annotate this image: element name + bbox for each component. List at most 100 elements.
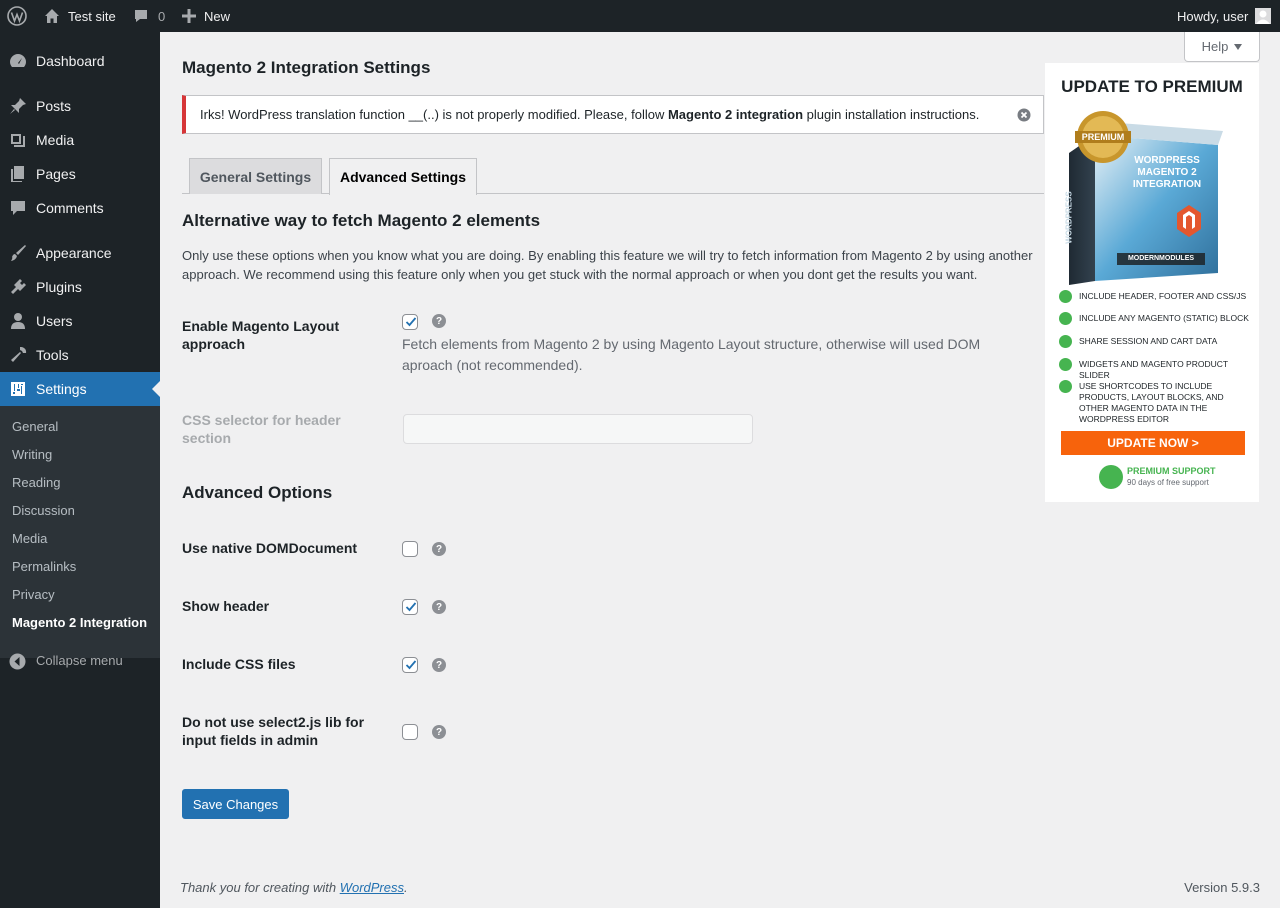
layout-approach-description: Fetch elements from Magento 2 by using M… — [402, 336, 981, 373]
premium-support-title: PREMIUM SUPPORT — [1127, 466, 1216, 476]
checkmark-icon — [405, 602, 417, 612]
site-name-link[interactable]: Test site — [44, 0, 116, 32]
sidebar-item-users[interactable]: Users — [0, 304, 160, 338]
native-domdocument-checkbox[interactable] — [402, 541, 418, 557]
sidebar-item-pages[interactable]: Pages — [0, 157, 160, 191]
pages-icon — [11, 166, 24, 182]
help-tooltip-icon[interactable]: ? — [432, 600, 446, 614]
update-now-button[interactable]: UPDATE NOW > — [1061, 431, 1245, 455]
checkmark-icon — [405, 317, 417, 327]
check-icon — [1059, 358, 1072, 371]
comments-link[interactable]: 0 — [133, 0, 165, 32]
sidebar-item-comments[interactable]: Comments — [0, 191, 160, 225]
submenu-item-reading[interactable]: Reading — [12, 475, 60, 490]
ad-feature-text: Include header, footer and CSS/JS — [1079, 291, 1247, 301]
help-tooltip-icon[interactable]: ? — [432, 725, 446, 739]
error-notice: Irks! WordPress translation function __(… — [182, 95, 1044, 134]
submenu-item-magento-2-integration[interactable]: Magento 2 Integration — [12, 615, 147, 630]
premium-support-subtitle: 90 days of free support — [1127, 478, 1209, 487]
select2-checkbox[interactable] — [402, 724, 418, 740]
submenu-item-permalinks[interactable]: Permalinks — [12, 559, 76, 574]
submenu-item-media[interactable]: Media — [12, 531, 47, 546]
footer-version: Version 5.9.3 — [1184, 880, 1260, 895]
tab-advanced-settings[interactable]: Advanced Settings — [329, 158, 477, 195]
product-box-image: PREMIUM WORDPRESS MAGENTO 2 INTEGRATION … — [1055, 105, 1225, 285]
section-title-advanced-options: Advanced Options — [182, 483, 333, 502]
sidebar-item-tools[interactable]: Tools — [0, 338, 160, 372]
help-button[interactable]: Help — [1184, 32, 1260, 62]
premium-ad-banner[interactable]: UPDATE TO PREMIUM PREMIUM WORDPRESS MAGE… — [1045, 63, 1259, 502]
footer-thanks-text: Thank you for creating with — [180, 880, 340, 895]
tab-general-settings[interactable]: General Settings — [189, 158, 322, 194]
check-icon — [1059, 335, 1072, 348]
sidebar-item-posts[interactable]: Posts — [0, 89, 160, 123]
help-tooltip-icon[interactable]: ? — [432, 314, 446, 328]
sidebar-item-media[interactable]: Media — [0, 123, 160, 157]
box-side-text: WORDPRESS — [1064, 191, 1074, 244]
submenu-item-general[interactable]: General — [12, 419, 58, 434]
admin-sidebar: Dashboard Posts Media Pages Comments App… — [0, 32, 160, 908]
help-tooltip-icon[interactable]: ? — [432, 658, 446, 672]
show-header-label: Show header — [182, 598, 270, 614]
main-content: Help Magento 2 Integration Settings Irks… — [160, 32, 1280, 908]
ad-feature-text: Widgets and Magento product slider — [1079, 359, 1228, 380]
page-title: Magento 2 Integration Settings — [182, 58, 431, 77]
css-selector-input[interactable] — [403, 414, 753, 444]
check-icon — [1059, 380, 1072, 393]
ad-feature-text: Use shortcodes to include products, layo… — [1079, 381, 1224, 424]
collapse-menu-button[interactable]: Collapse menu — [0, 650, 160, 672]
sidebar-item-label: Media — [36, 132, 75, 148]
layout-approach-checkbox[interactable] — [402, 314, 418, 330]
wordpress-link[interactable]: WordPress — [340, 880, 404, 895]
avatar — [1255, 8, 1272, 24]
layout-approach-label: Enable Magento Layout approach — [182, 318, 340, 352]
notice-text-pre: Irks! WordPress translation function __(… — [200, 107, 668, 122]
sidebar-item-settings[interactable]: Settings — [0, 372, 160, 406]
sidebar-item-dashboard[interactable]: Dashboard — [0, 44, 160, 78]
wordpress-logo-icon[interactable] — [7, 0, 27, 32]
site-name: Test site — [68, 8, 116, 24]
settings-tabs: General Settings Advanced Settings — [182, 158, 1044, 195]
select2-label: Do not use select2.js lib for input fiel… — [182, 714, 365, 748]
caret-down-icon — [1234, 43, 1243, 50]
notice-text-post: plugin installation instructions. — [803, 107, 980, 122]
submenu-item-privacy[interactable]: Privacy — [12, 587, 55, 602]
new-label: New — [204, 8, 231, 24]
sidebar-item-label: Appearance — [36, 245, 112, 261]
show-header-checkbox[interactable] — [402, 599, 418, 615]
help-label: Help — [1201, 39, 1229, 54]
user-account-link[interactable]: Howdy, user — [1177, 0, 1272, 32]
new-content-link[interactable]: New — [182, 0, 230, 32]
sidebar-item-label: Pages — [36, 166, 76, 182]
help-tooltip-icon[interactable]: ? — [432, 542, 446, 556]
dismiss-icon[interactable] — [1017, 108, 1031, 122]
sidebar-item-appearance[interactable]: Appearance — [0, 236, 160, 270]
sidebar-item-label: Dashboard — [36, 53, 105, 69]
support-icon — [1099, 465, 1123, 489]
ad-feature-text: Include any Magento (static) block — [1079, 313, 1249, 323]
check-icon — [1059, 312, 1072, 325]
notice-text: Irks! WordPress translation function __(… — [200, 107, 979, 122]
check-icon — [1059, 290, 1072, 303]
sidebar-item-plugins[interactable]: Plugins — [0, 270, 160, 304]
home-icon — [45, 9, 59, 23]
comments-count: 0 — [158, 8, 166, 24]
brush-icon — [11, 245, 26, 261]
include-css-checkbox[interactable] — [402, 657, 418, 673]
save-changes-button[interactable]: Save Changes — [182, 789, 289, 819]
sidebar-item-label: Plugins — [36, 279, 82, 295]
submenu-item-discussion[interactable]: Discussion — [12, 503, 75, 518]
pin-icon — [10, 98, 26, 114]
sidebar-item-label: Users — [36, 313, 73, 329]
sidebar-item-label: Comments — [36, 200, 104, 216]
collapse-arrow-icon — [9, 653, 26, 670]
section-description: Only use these options when you know wha… — [182, 248, 1033, 282]
native-domdocument-label: Use native DOMDocument — [182, 540, 358, 556]
footer-thanks: Thank you for creating with WordPress. — [180, 880, 408, 895]
notice-plugin-name: Magento 2 integration — [667, 107, 804, 122]
submenu-item-writing[interactable]: Writing — [12, 447, 52, 462]
badge-premium-text: PREMIUM — [1081, 132, 1125, 142]
sidebar-item-label: Settings — [36, 381, 87, 397]
sidebar-item-label: Tools — [36, 347, 69, 363]
checkmark-icon — [405, 660, 417, 670]
